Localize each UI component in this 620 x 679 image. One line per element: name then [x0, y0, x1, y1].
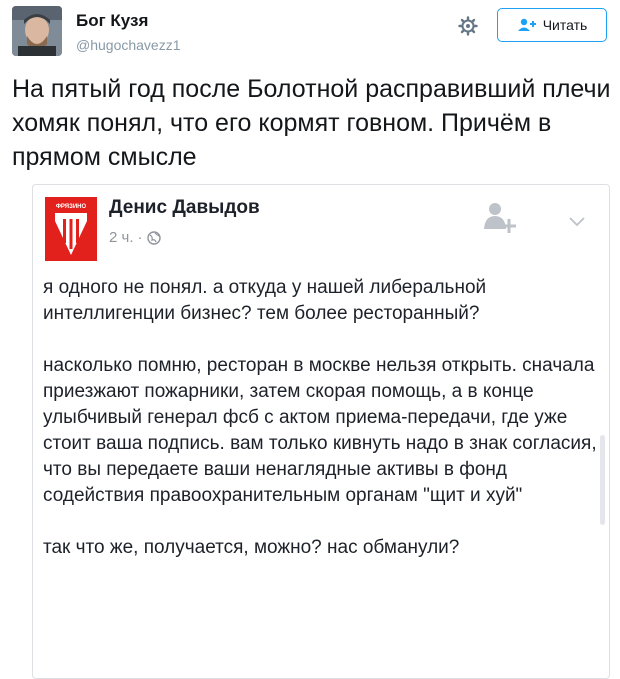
svg-text:ФРЯЗИНО: ФРЯЗИНО — [56, 204, 87, 210]
post-paragraph: так что же, получается, можно? нас обман… — [43, 537, 460, 558]
embedded-post[interactable]: ФРЯЗИНО Денис Давыдов 2 ч. · я одного не… — [32, 184, 610, 679]
post-body: я одного не понял. а откуда у нашей либе… — [43, 275, 603, 587]
author-avatar[interactable] — [12, 6, 62, 56]
chevron-down-icon[interactable] — [567, 213, 587, 229]
add-friend-icon[interactable] — [481, 199, 517, 235]
globe-icon — [146, 230, 161, 245]
post-paragraph: я одного не понял. а откуда у нашей либе… — [43, 277, 487, 324]
post-paragraph: насколько помню, ресторан в москве нельз… — [43, 355, 597, 506]
follow-button-label: Читать — [542, 17, 588, 33]
author-handle[interactable]: @hugochavezz1 — [76, 37, 181, 53]
gear-icon[interactable] — [458, 16, 478, 36]
meta-separator: · — [137, 229, 143, 246]
add-user-icon — [517, 18, 536, 31]
tweet-text: На пятый год после Болотной расправивший… — [12, 75, 611, 171]
page-logo[interactable]: ФРЯЗИНО — [45, 197, 97, 261]
post-author-name[interactable]: Денис Давыдов — [109, 197, 260, 219]
tweet-header: Бог Кузя @hugochavezz1 Читать — [0, 0, 620, 62]
post-time[interactable]: 2 ч. — [109, 229, 134, 246]
author-name[interactable]: Бог Кузя — [76, 11, 148, 31]
follow-button[interactable]: Читать — [497, 8, 607, 42]
post-meta: 2 ч. · — [109, 229, 161, 246]
scrollbar[interactable] — [600, 435, 605, 525]
